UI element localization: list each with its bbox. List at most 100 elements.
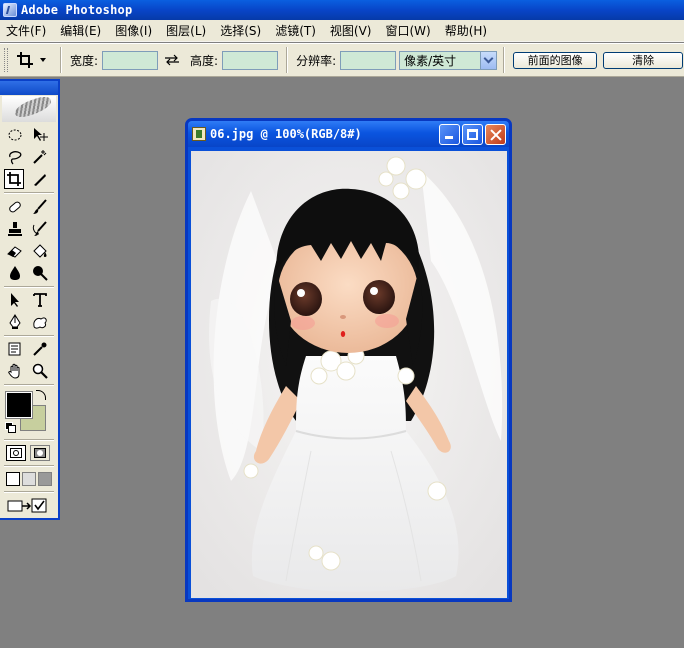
crop-tool[interactable]	[4, 169, 24, 189]
maximize-button[interactable]	[462, 123, 483, 145]
swap-colors-icon[interactable]	[36, 390, 46, 400]
healing-brush-tool[interactable]	[5, 197, 25, 217]
blur-tool[interactable]	[5, 263, 25, 283]
menu-help[interactable]: 帮助(H)	[441, 22, 491, 40]
eraser-tool[interactable]	[5, 241, 25, 261]
document-window: 06.jpg @ 100%(RGB/8#)	[185, 118, 512, 602]
menu-filter[interactable]: 滤镜(T)	[271, 22, 320, 40]
toolbox-divider	[4, 465, 54, 467]
menu-view[interactable]: 视图(V)	[326, 22, 376, 40]
hand-tool[interactable]	[5, 361, 25, 381]
bandage-icon	[9, 201, 21, 213]
doll-photo-image	[191, 151, 507, 598]
height-input[interactable]	[222, 50, 279, 70]
lasso-tool[interactable]	[5, 147, 25, 167]
image-canvas[interactable]	[191, 151, 507, 598]
history-brush-icon	[32, 221, 47, 236]
divider	[60, 47, 62, 73]
zoom-tool[interactable]	[30, 361, 50, 381]
pen-tool[interactable]	[5, 312, 25, 332]
brush-tool[interactable]	[30, 197, 50, 217]
arrow-pointer-icon	[11, 293, 19, 307]
lasso-icon	[9, 151, 22, 165]
swap-arrows-icon[interactable]	[164, 54, 180, 66]
paint-bucket-tool[interactable]	[30, 241, 50, 261]
dodge-icon	[33, 266, 48, 281]
type-tool[interactable]	[30, 290, 50, 310]
standard-screen-mode-button[interactable]	[6, 472, 20, 486]
brush-icon	[33, 199, 47, 214]
notes-tool[interactable]	[5, 339, 25, 359]
app-titlebar: Adobe Photoshop	[0, 0, 684, 20]
slice-knife-icon	[34, 174, 46, 186]
width-label: 宽度:	[70, 53, 99, 68]
quick-mask-icon	[34, 448, 46, 458]
custom-shape-tool[interactable]	[30, 312, 50, 332]
options-bar-grip[interactable]	[4, 48, 8, 72]
menu-window[interactable]: 窗口(W)	[381, 22, 434, 40]
resolution-units-select[interactable]: 像素/英寸	[399, 50, 498, 70]
toolbox-divider	[4, 286, 54, 288]
clone-stamp-tool[interactable]	[5, 219, 25, 239]
slice-tool[interactable]	[30, 169, 50, 189]
eyedropper-icon	[33, 342, 47, 356]
toolbox-divider	[4, 384, 54, 386]
clear-button[interactable]: 清除	[603, 51, 684, 69]
imageready-jump-icon	[7, 498, 47, 513]
crop-icon	[16, 51, 34, 69]
eraser-icon	[7, 246, 22, 258]
standard-mode-button[interactable]	[6, 445, 26, 461]
magic-wand-tool[interactable]	[30, 147, 50, 167]
menu-select[interactable]: 选择(S)	[216, 22, 265, 40]
full-screen-menu-mode-button[interactable]	[22, 472, 36, 486]
dodge-tool[interactable]	[30, 263, 50, 283]
close-button[interactable]	[485, 123, 506, 145]
paint-bucket-icon	[33, 244, 47, 258]
divider	[286, 47, 289, 73]
toolbox	[0, 79, 60, 520]
magic-wand-icon	[33, 150, 47, 164]
marquee-tool[interactable]	[5, 125, 25, 145]
default-colors-icon[interactable]	[5, 422, 16, 433]
custom-shape-icon	[33, 317, 47, 329]
toolbox-divider	[4, 335, 54, 337]
tool-preset-picker[interactable]	[16, 47, 56, 73]
toolbox-titlebar[interactable]	[0, 81, 58, 95]
menu-edit[interactable]: 编辑(E)	[56, 22, 105, 40]
full-screen-mode-button[interactable]	[38, 472, 52, 486]
move-tool[interactable]	[30, 125, 50, 145]
photoshop-feather-icon	[3, 3, 17, 17]
menu-image[interactable]: 图像(I)	[111, 22, 156, 40]
app-title: Adobe Photoshop	[21, 3, 133, 17]
history-brush-tool[interactable]	[30, 219, 50, 239]
toolbox-divider	[4, 491, 54, 493]
resolution-input[interactable]	[340, 50, 397, 70]
jump-to-imageready-button[interactable]	[6, 495, 50, 515]
menu-file[interactable]: 文件(F)	[2, 22, 50, 40]
stamp-icon	[8, 222, 22, 236]
ellipse-marquee-icon	[8, 129, 22, 141]
divider	[503, 47, 506, 73]
eyedropper-tool[interactable]	[30, 339, 50, 359]
standard-mode-icon	[10, 448, 22, 458]
minimize-button[interactable]	[439, 123, 460, 145]
menu-layer[interactable]: 图层(L)	[162, 22, 210, 40]
foreground-color-swatch[interactable]	[5, 391, 33, 419]
water-drop-icon	[10, 266, 20, 280]
photoshop-feather-icon[interactable]	[2, 96, 56, 122]
options-bar: 宽度: 高度: 分辨率: 像素/英寸 前面的图像 清除	[0, 43, 684, 77]
document-titlebar[interactable]: 06.jpg @ 100%(RGB/8#)	[188, 121, 509, 147]
image-file-icon	[192, 127, 206, 141]
chevron-down-icon	[40, 58, 46, 62]
resolution-label: 分辨率:	[296, 53, 337, 68]
chevron-down-icon[interactable]	[480, 51, 497, 69]
height-label: 高度:	[190, 53, 219, 68]
resolution-units-value: 像素/英寸	[404, 53, 457, 68]
front-image-button[interactable]: 前面的图像	[513, 51, 598, 69]
crop-icon	[7, 172, 21, 186]
path-selection-tool[interactable]	[5, 290, 25, 310]
magnifier-icon	[32, 363, 48, 379]
width-input[interactable]	[102, 50, 159, 70]
menubar: 文件(F) 编辑(E) 图像(I) 图层(L) 选择(S) 滤镜(T) 视图(V…	[0, 20, 684, 42]
quick-mask-button[interactable]	[30, 445, 50, 461]
